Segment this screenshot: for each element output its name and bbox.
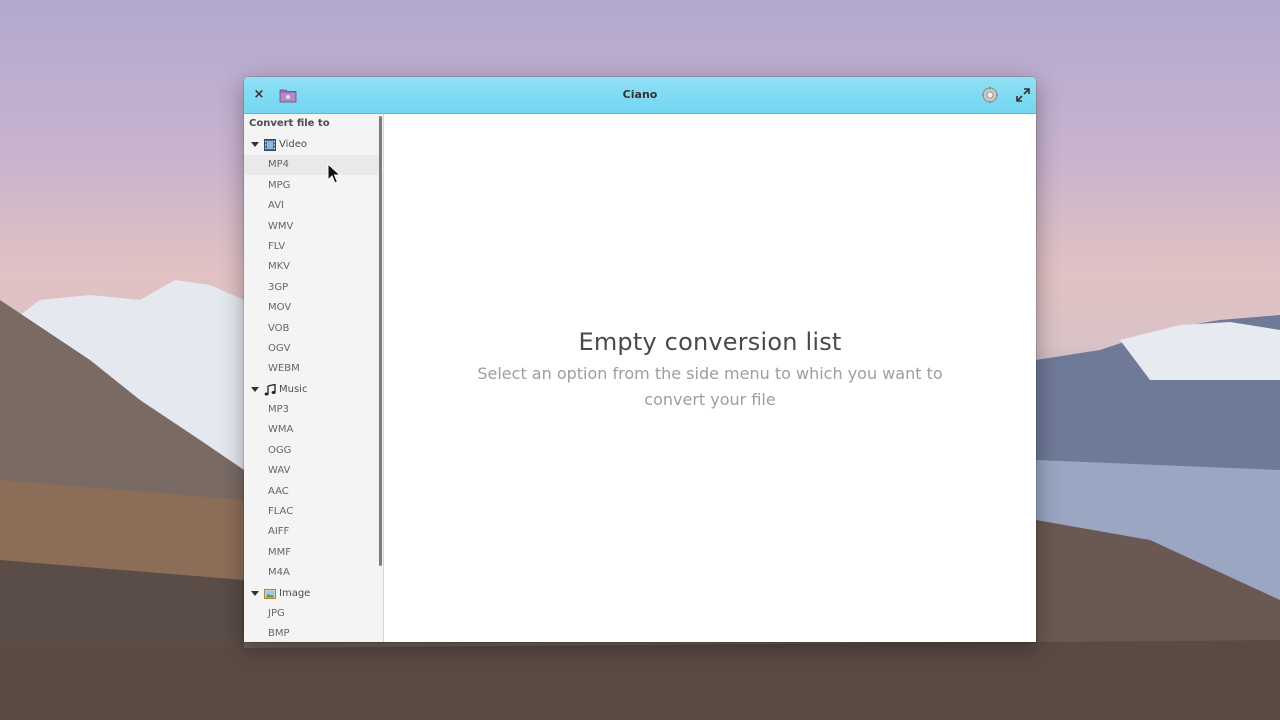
app-window: × Ciano Convert file to Video MP4 MPG AV…	[244, 77, 1036, 642]
close-button[interactable]: ×	[250, 86, 268, 104]
open-folder-icon[interactable]	[279, 87, 297, 103]
format-item-vob[interactable]: VOB	[244, 319, 380, 339]
expander-arrow-icon[interactable]	[251, 142, 259, 147]
category-music[interactable]: Music	[244, 380, 380, 400]
empty-state-title: Empty conversion list	[578, 328, 842, 356]
format-item-aiff[interactable]: AIFF	[244, 522, 380, 542]
format-sidebar[interactable]: Convert file to Video MP4 MPG AVI WMV FL…	[244, 114, 384, 642]
category-video[interactable]: Video	[244, 135, 380, 155]
format-item-mmf[interactable]: MMF	[244, 543, 380, 563]
format-item-m4a[interactable]: M4A	[244, 563, 380, 583]
title-bar: × Ciano	[244, 77, 1036, 114]
format-item-webm[interactable]: WEBM	[244, 359, 380, 379]
close-icon: ×	[253, 87, 265, 102]
maximize-icon[interactable]	[1015, 87, 1031, 103]
category-label: Image	[279, 588, 311, 599]
format-item-mkv[interactable]: MKV	[244, 257, 380, 277]
format-item-mpg[interactable]: MPG	[244, 176, 380, 196]
format-item-3gp[interactable]: 3GP	[244, 278, 380, 298]
format-item-mp4[interactable]: MP4	[244, 155, 380, 175]
category-label: Music	[279, 384, 308, 395]
expander-arrow-icon[interactable]	[251, 387, 259, 392]
category-label: Video	[279, 139, 308, 150]
expander-arrow-icon[interactable]	[251, 591, 259, 596]
format-item-flac[interactable]: FLAC	[244, 502, 380, 522]
format-item-wma[interactable]: WMA	[244, 420, 380, 440]
image-icon	[264, 589, 276, 599]
window-title: Ciano	[622, 88, 658, 101]
category-image[interactable]: Image	[244, 584, 380, 604]
conversion-list-area: Empty conversion list Select an option f…	[384, 114, 1036, 642]
format-item-aac[interactable]: AAC	[244, 482, 380, 502]
film-icon	[264, 139, 276, 151]
format-item-bmp[interactable]: BMP	[244, 624, 380, 642]
sidebar-scrollbar[interactable]	[379, 116, 382, 566]
music-note-icon	[264, 384, 276, 396]
format-item-mov[interactable]: MOV	[244, 298, 380, 318]
format-item-wav[interactable]: WAV	[244, 461, 380, 481]
format-item-mp3[interactable]: MP3	[244, 400, 380, 420]
settings-gear-icon[interactable]	[981, 86, 999, 104]
format-item-jpg[interactable]: JPG	[244, 604, 380, 624]
empty-state-subtitle: Select an option from the side menu to w…	[477, 364, 943, 409]
format-item-wmv[interactable]: WMV	[244, 217, 380, 237]
format-item-flv[interactable]: FLV	[244, 237, 380, 257]
sidebar-heading: Convert file to	[249, 118, 330, 129]
format-item-avi[interactable]: AVI	[244, 196, 380, 216]
format-item-ogv[interactable]: OGV	[244, 339, 380, 359]
format-item-ogg[interactable]: OGG	[244, 441, 380, 461]
